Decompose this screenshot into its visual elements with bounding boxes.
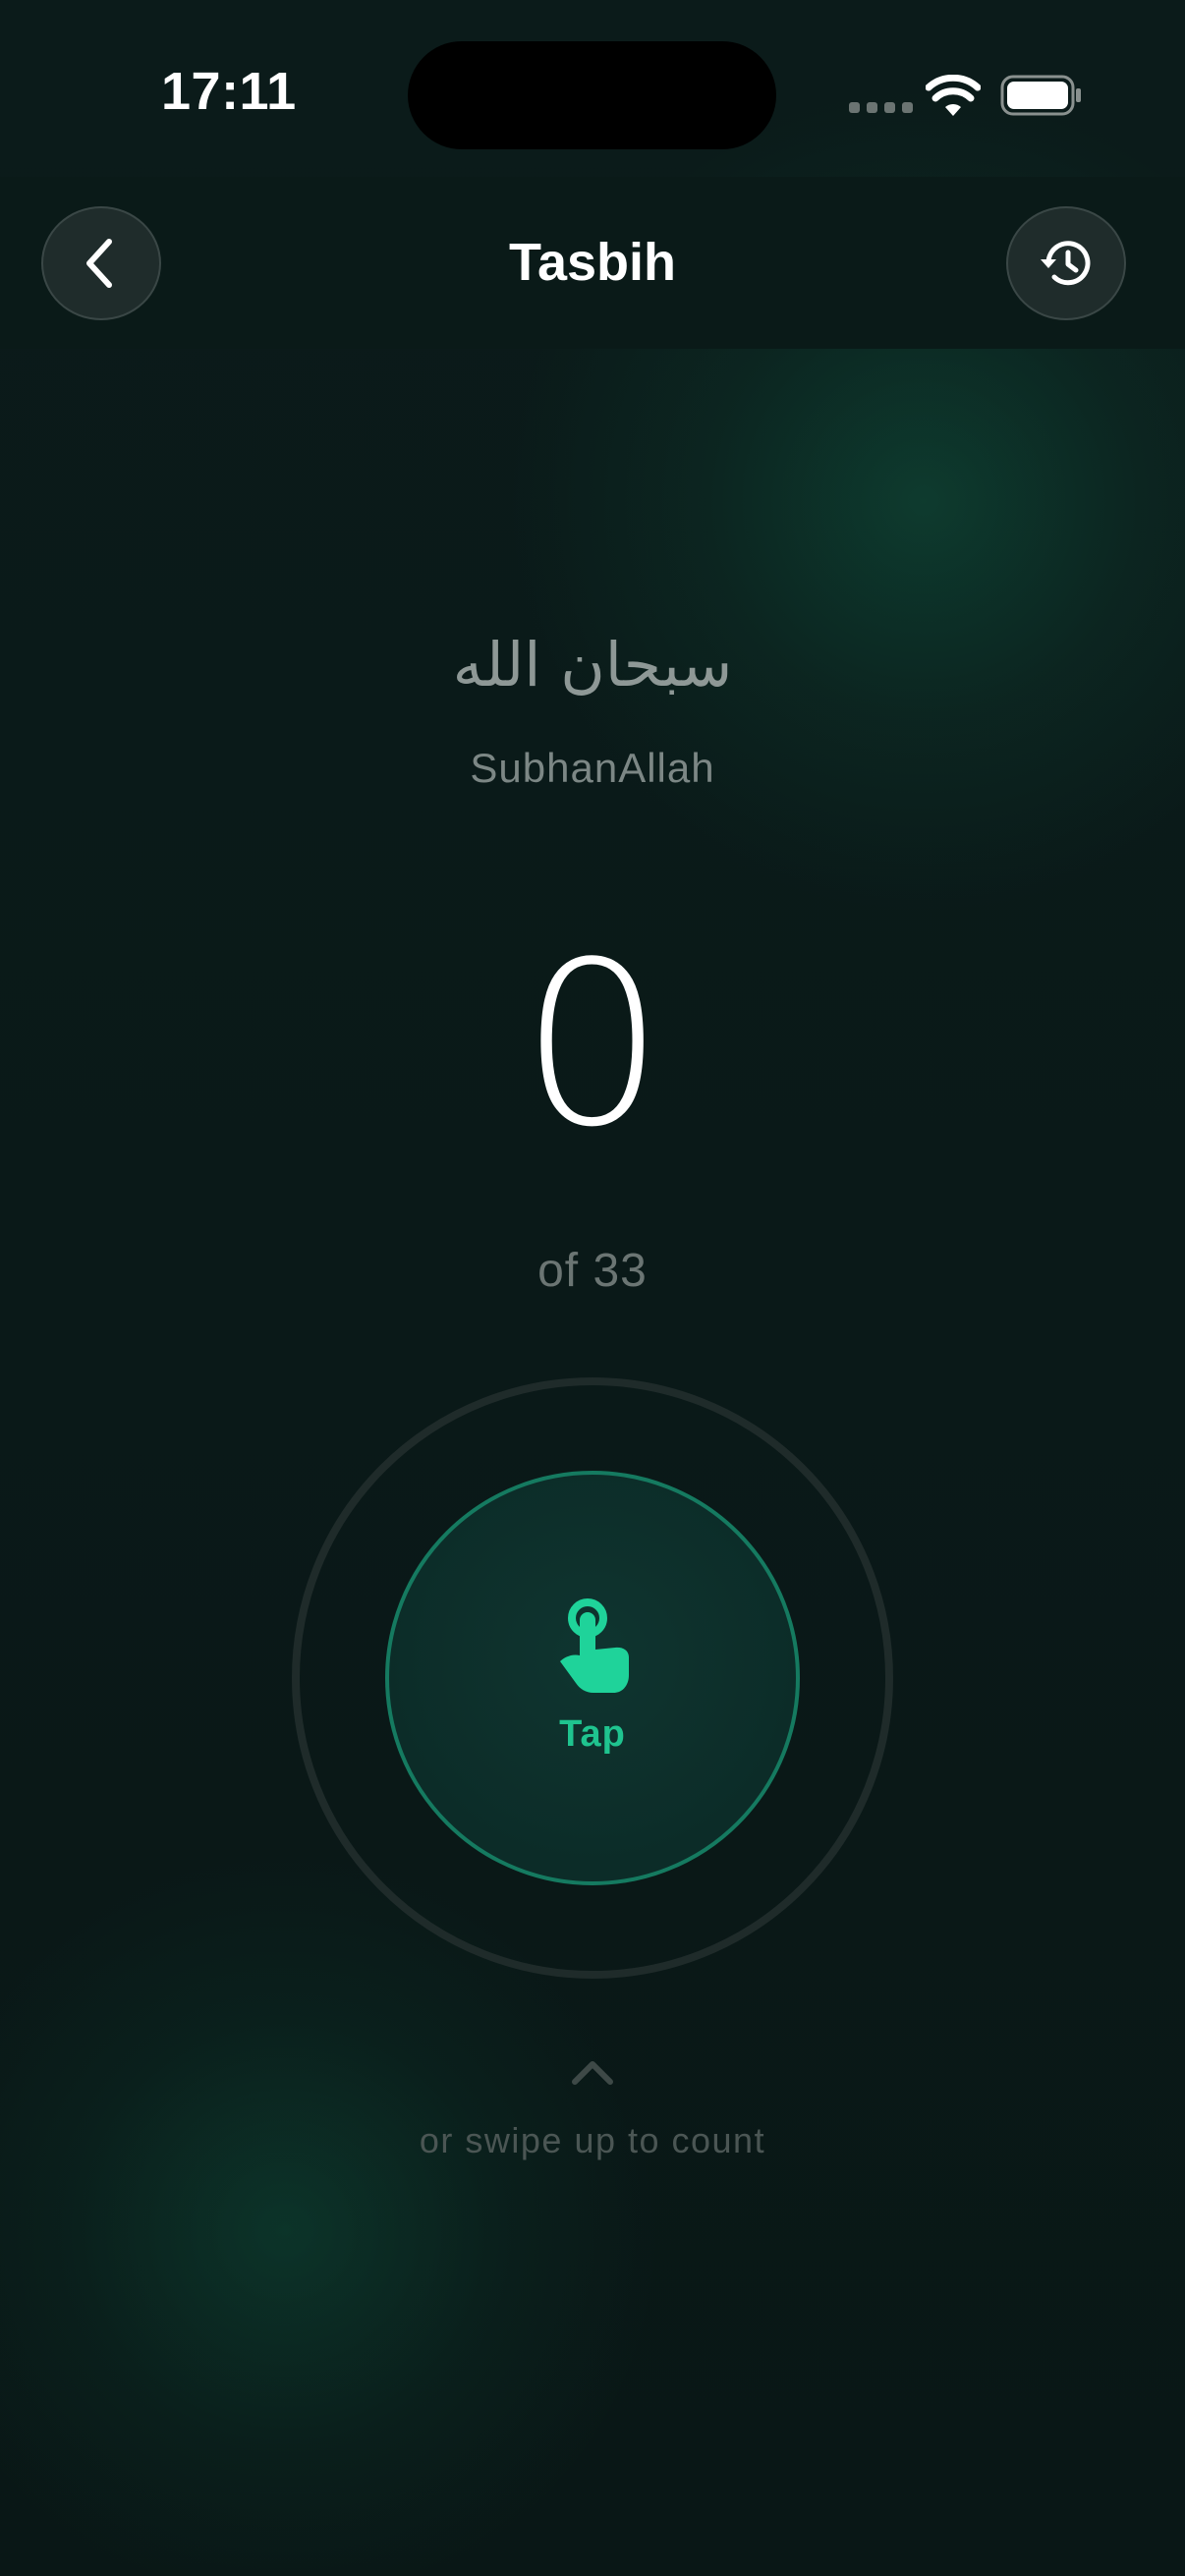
count-value: 0: [520, 915, 665, 1177]
dhikr-arabic-text: سبحان الله: [452, 629, 733, 700]
swipe-hint-text: or swipe up to count: [419, 2120, 766, 2160]
status-time: 17:11: [161, 62, 297, 121]
dhikr-transliteration: SubhanAllah: [470, 745, 715, 791]
history-button[interactable]: [1006, 206, 1126, 320]
wifi-icon: [926, 75, 981, 116]
cellular-signal-icon: [849, 102, 913, 113]
count-target: of 33: [537, 1245, 648, 1297]
dynamic-island: [408, 41, 776, 149]
chevron-up-icon: [572, 2061, 613, 2085]
tap-label: Tap: [559, 1713, 626, 1755]
battery-icon: [1000, 75, 1081, 116]
tap-hand-icon: [560, 1598, 629, 1693]
history-clock-icon: [1041, 241, 1091, 286]
tasbih-screen: 17:11 Tasbih سبحان الله SubhanAllah 0 of…: [0, 0, 1185, 2576]
